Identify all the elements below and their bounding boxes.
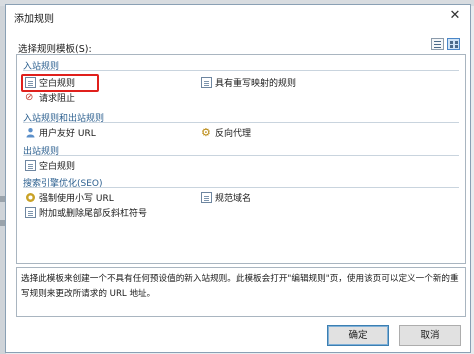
close-icon[interactable]: ✕ xyxy=(446,7,464,25)
template-label: 反向代理 xyxy=(215,129,252,139)
cancel-button[interactable]: 取消 xyxy=(399,325,461,346)
template-label: 用户友好 URL xyxy=(39,129,96,139)
template-label: 空白规则 xyxy=(39,162,76,172)
template-prompt-label: 选择规则模板(S): xyxy=(18,44,92,55)
details-view-icon[interactable] xyxy=(431,38,444,50)
canonical-domain-icon xyxy=(201,192,212,203)
template-inbound-blank-rule[interactable]: 空白规则 xyxy=(25,76,75,89)
template-request-blocking[interactable]: ⊘ 请求阻止 xyxy=(25,91,75,104)
tile-view-icon[interactable] xyxy=(447,38,460,50)
slash-icon xyxy=(25,207,36,218)
group-divider xyxy=(23,70,459,71)
template-trailing-slash[interactable]: 附加或删除尾部反斜杠符号 xyxy=(25,206,147,219)
group-divider xyxy=(23,122,459,123)
template-user-friendly-url[interactable]: 用户友好 URL xyxy=(25,126,96,139)
block-icon: ⊘ xyxy=(25,92,34,103)
group-seo: 搜索引擎优化(SEO) xyxy=(17,176,463,189)
template-outbound-blank-rule[interactable]: 空白规则 xyxy=(25,159,75,172)
group-inbound-outbound: 入站规则和出站规则 xyxy=(17,111,463,124)
blank-doc-icon xyxy=(25,77,36,88)
template-label: 附加或删除尾部反斜杠符号 xyxy=(39,209,148,219)
reverse-proxy-icon: ⚙ xyxy=(201,126,211,139)
title-bar: 添加规则 ✕ xyxy=(6,5,470,27)
template-description: 选择此模板来创建一个不具有任何预设值的新入站规则。此模板会打开"编辑规则"页，使… xyxy=(16,267,466,317)
group-inbound: 入站规则 xyxy=(17,59,463,72)
view-toggle xyxy=(431,38,460,50)
template-reverse-proxy[interactable]: ⚙ 反向代理 xyxy=(201,126,251,139)
dialog-title: 添加规则 xyxy=(14,14,54,25)
rule-template-list[interactable]: 入站规则 空白规则 具有重写映射的规则 ⊘ 请求阻止 入站规则和出站规则 用户友… xyxy=(16,54,466,264)
template-canonical-domain[interactable]: 规范域名 xyxy=(201,191,251,204)
blank-doc-icon xyxy=(25,160,36,171)
map-doc-icon xyxy=(201,77,212,88)
template-rewrite-map-rule[interactable]: 具有重写映射的规则 xyxy=(201,76,296,89)
template-label: 空白规则 xyxy=(39,79,76,89)
group-divider xyxy=(23,187,459,188)
template-label: 具有重写映射的规则 xyxy=(215,79,297,89)
lowercase-icon xyxy=(25,192,36,203)
template-label: 请求阻止 xyxy=(39,94,76,104)
template-label: 强制使用小写 URL xyxy=(39,194,114,204)
template-label: 规范域名 xyxy=(215,194,252,204)
friendly-url-icon xyxy=(25,127,36,138)
add-rule-dialog: 添加规则 ✕ 选择规则模板(S): 入站规则 空白规则 具有重写映射的规则 ⊘ … xyxy=(5,4,471,353)
ok-button[interactable]: 确定 xyxy=(327,325,389,346)
template-lowercase-url[interactable]: 强制使用小写 URL xyxy=(25,191,114,204)
group-outbound: 出站规则 xyxy=(17,144,463,157)
group-divider xyxy=(23,155,459,156)
